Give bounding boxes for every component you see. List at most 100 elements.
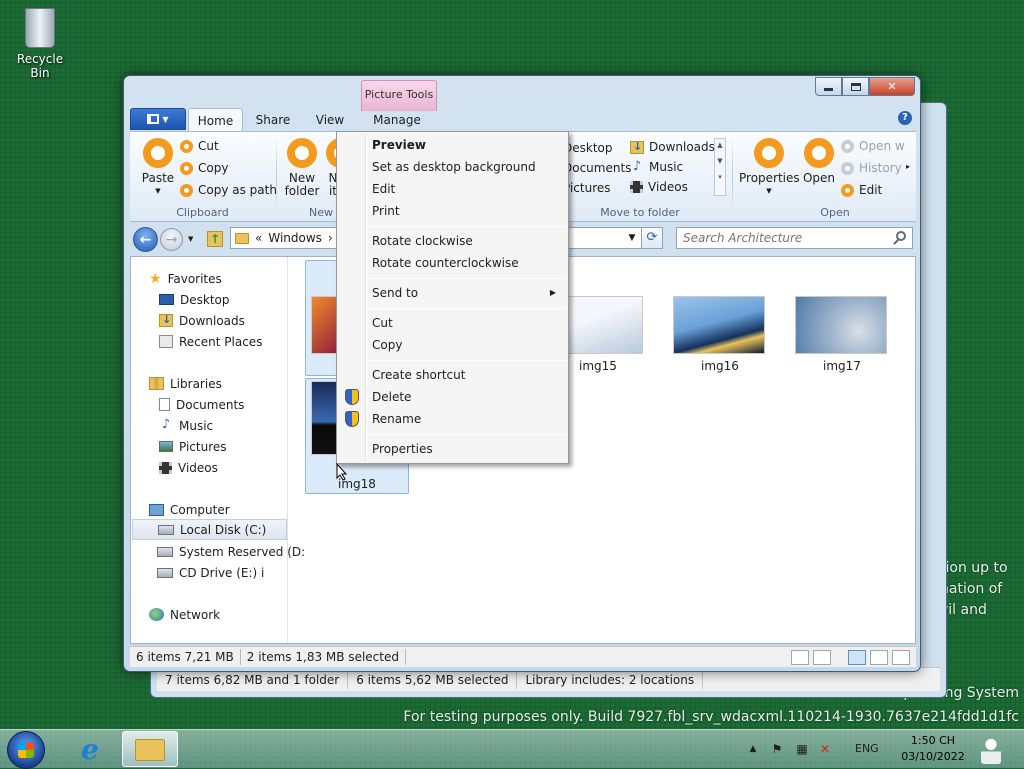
move-to-videos[interactable]: Videos <box>630 180 688 194</box>
status-item-count: 6 items 7,21 MB <box>130 649 241 665</box>
copy-as-path-button[interactable]: Copy as path <box>180 183 277 197</box>
move-to-downloads[interactable]: Downloads <box>630 140 715 154</box>
edit-button[interactable]: Edit <box>841 183 882 197</box>
menu-item-send-to[interactable]: Send to ▶ <box>339 282 566 304</box>
network-tray-icon[interactable]: ▦ <box>795 742 809 756</box>
move-to-music[interactable]: ♪ Music <box>630 158 683 175</box>
tab-manage[interactable]: Manage <box>364 108 430 131</box>
menu-item-properties[interactable]: Properties <box>339 438 566 460</box>
tab-share[interactable]: Share <box>250 108 296 131</box>
preview-pane-button[interactable] <box>848 650 866 665</box>
menu-item-print[interactable]: Print <box>339 200 566 222</box>
open-button[interactable]: Open <box>800 138 838 185</box>
navigation-pane-button[interactable] <box>892 650 910 665</box>
new-folder-button[interactable]: New folder <box>280 138 324 198</box>
move-to-pictures-label: Pictures <box>563 181 611 195</box>
nav-libraries-label: Libraries <box>170 376 222 391</box>
details-pane-button[interactable] <box>870 650 888 665</box>
internet-explorer-button[interactable]: e <box>70 732 110 766</box>
menu-item-cut[interactable]: Cut <box>339 312 566 334</box>
cut-button[interactable]: Cut <box>180 139 219 153</box>
copy-button[interactable]: Copy <box>180 161 228 175</box>
clock-time: 1:50 CH <box>910 734 956 747</box>
file-menu-arrow-icon: ▼ <box>162 114 169 124</box>
menu-item-delete[interactable]: Delete <box>339 386 566 408</box>
nav-desktop-label: Desktop <box>180 292 230 307</box>
file-menu-button[interactable]: ▼ <box>130 108 186 130</box>
explorer-taskbar-button[interactable] <box>122 731 178 767</box>
recent-locations-icon[interactable]: ▼ <box>188 235 193 243</box>
nav-music-label: Music <box>179 418 214 433</box>
downloads-icon <box>630 140 644 154</box>
move-to-downloads-label: Downloads <box>649 140 715 154</box>
menu-item-create-shortcut[interactable]: Create shortcut <box>339 364 566 386</box>
paste-button[interactable]: Paste ▼ <box>138 138 178 198</box>
forward-arrow-icon: → <box>165 231 178 248</box>
search-icon[interactable] <box>896 231 906 241</box>
volume-muted-icon[interactable]: ✕ <box>818 742 832 756</box>
refresh-button[interactable]: ⟳ <box>641 227 663 249</box>
details-view-button[interactable] <box>791 650 809 665</box>
file-label: img18 <box>338 477 376 491</box>
help-button[interactable]: ? <box>898 111 912 125</box>
partial-line-2: nation of <box>940 581 1003 597</box>
ribbon-expand-icon[interactable]: ▸ <box>906 162 910 171</box>
search-input[interactable] <box>677 228 877 248</box>
file-tile-img16[interactable]: img16 <box>668 261 772 377</box>
file-tile-img17[interactable]: img17 <box>790 261 894 377</box>
menu-item-set-desktop-background[interactable]: Set as desktop background <box>339 156 566 178</box>
start-button[interactable] <box>7 731 45 769</box>
maximize-button[interactable] <box>842 77 869 96</box>
music-icon: ♪ <box>632 158 642 174</box>
breadcrumb-separator[interactable]: › <box>328 231 333 245</box>
nav-computer[interactable]: Computer <box>149 499 304 520</box>
menu-item-edit[interactable]: Edit <box>339 178 566 200</box>
minimize-button[interactable] <box>815 77 842 96</box>
tab-home[interactable]: Home <box>188 108 243 131</box>
up-button[interactable]: ↑ <box>207 231 223 247</box>
menu-item-rotate-counterclockwise[interactable]: Rotate counterclockwise <box>339 252 566 274</box>
history-button[interactable]: History <box>841 161 902 175</box>
action-center-flag-icon[interactable]: ⚑ <box>770 742 784 756</box>
status-selected: 2 items 1,83 MB selected <box>241 649 406 665</box>
recycle-bin-label: Recycle Bin <box>16 52 64 80</box>
nav-local-disk-c[interactable]: Local Disk (C:) <box>132 519 287 540</box>
move-to-videos-label: Videos <box>648 180 688 194</box>
tab-view[interactable]: View <box>308 108 352 131</box>
properties-icon <box>754 138 784 168</box>
show-hidden-icons-button[interactable]: ▲ <box>746 742 760 756</box>
properties-button[interactable]: Properties ▼ <box>739 138 800 198</box>
move-to-desktop-label: Desktop <box>563 141 613 155</box>
language-indicator[interactable]: ENG <box>855 742 879 755</box>
nav-libraries[interactable]: Libraries <box>149 373 304 394</box>
menu-item-rotate-clockwise[interactable]: Rotate clockwise <box>339 230 566 252</box>
move-to-pictures[interactable]: Pictures <box>563 181 611 195</box>
recycle-bin[interactable]: Recycle Bin <box>8 8 72 80</box>
context-menu: Preview Set as desktop background Edit P… <box>336 131 569 464</box>
menu-item-preview[interactable]: Preview <box>339 134 566 156</box>
edit-icon <box>841 183 854 197</box>
search-box[interactable] <box>676 227 913 249</box>
open-with-button[interactable]: Open w <box>841 139 905 153</box>
move-to-gallery-scroll[interactable]: ▲ ▼ ▾ <box>714 138 726 196</box>
menu-item-rename[interactable]: Rename <box>339 408 566 430</box>
forward-button[interactable]: → <box>160 228 183 251</box>
address-overflow[interactable]: « <box>255 231 262 245</box>
back-button[interactable]: ← <box>133 227 158 252</box>
nav-favorites[interactable]: ★ Favorites <box>149 268 304 289</box>
list-view-button[interactable] <box>813 650 831 665</box>
clock[interactable]: 1:50 CH 03/10/2022 <box>893 733 973 765</box>
copy-label: Copy <box>198 161 229 175</box>
rename-label: Rename <box>372 412 422 426</box>
menu-separator <box>367 434 566 435</box>
nav-network[interactable]: Network <box>149 604 304 625</box>
address-dropdown-icon[interactable]: ▼ <box>624 227 640 249</box>
move-to-desktop[interactable]: Desktop <box>563 141 613 155</box>
close-button[interactable]: ✕ <box>869 77 915 96</box>
user-tray-button[interactable] <box>975 732 1005 767</box>
menu-item-copy[interactable]: Copy <box>339 334 566 356</box>
pictures-icon <box>159 441 173 452</box>
nav-system-reserved-label: System Reserved (D: <box>179 544 306 559</box>
move-to-documents[interactable]: Documents <box>563 161 631 175</box>
breadcrumb-windows[interactable]: Windows <box>268 231 322 245</box>
